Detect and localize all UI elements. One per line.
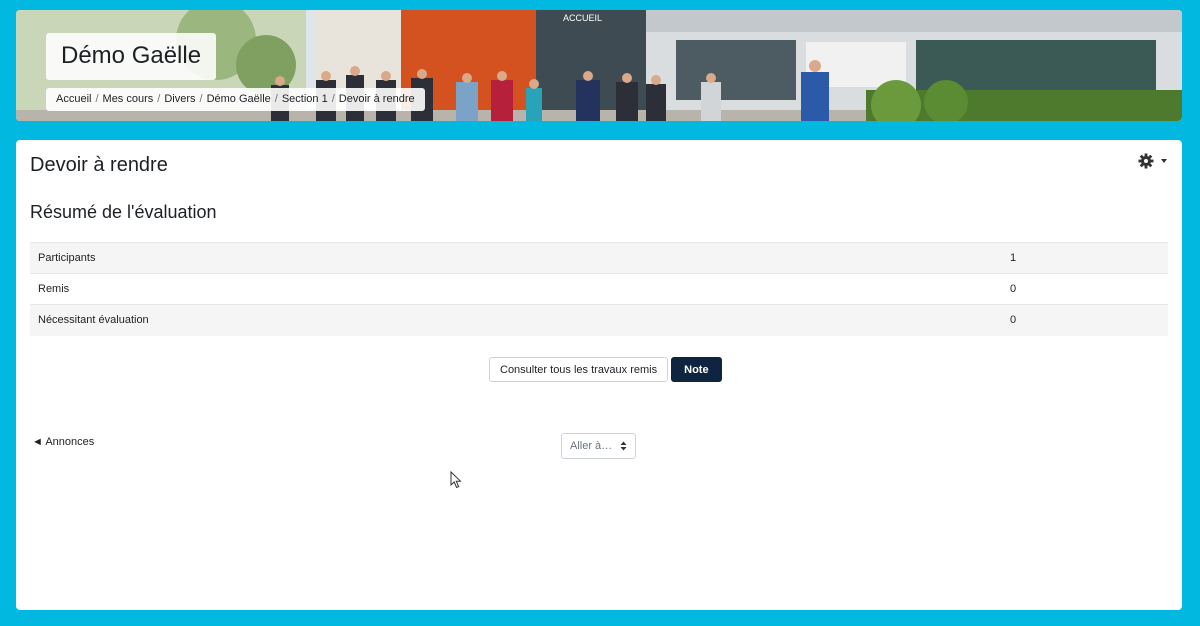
row-label: Remis <box>30 273 1002 305</box>
previous-activity-link[interactable]: ◄ Annonces <box>32 436 94 448</box>
breadcrumb-item-mes-cours[interactable]: Mes cours <box>103 93 154 105</box>
row-value: 1 <box>1002 242 1168 274</box>
page-title: Devoir à rendre <box>30 154 168 176</box>
settings-menu-button[interactable] <box>1138 150 1174 172</box>
breadcrumb-item-current[interactable]: Devoir à rendre <box>339 93 415 105</box>
mouse-pointer-icon <box>450 471 462 489</box>
left-arrow-icon: ◄ <box>32 436 43 448</box>
action-buttons: Consulter tous les travaux remis Note <box>489 357 722 382</box>
breadcrumb-item-course[interactable]: Démo Gaëlle <box>207 93 271 105</box>
jump-to-placeholder: Aller à… <box>570 440 613 452</box>
table-row: Nécessitant évaluation 0 <box>30 304 1168 336</box>
table-row: Participants 1 <box>30 242 1168 274</box>
breadcrumb-item-divers[interactable]: Divers <box>164 93 195 105</box>
breadcrumb: Accueil / Mes cours / Divers / Démo Gaëlle / Sec… <box>46 88 425 111</box>
row-label: Participants <box>30 242 1002 274</box>
grade-button[interactable]: Note <box>671 357 722 382</box>
grading-summary-heading: Résumé de l'évaluation <box>30 202 217 222</box>
header-banner: ACCUEIL Démo Gaëlle Accueil / Mes cours … <box>16 10 1182 121</box>
row-value: 0 <box>1002 304 1168 336</box>
breadcrumb-item-section[interactable]: Section 1 <box>282 93 328 105</box>
previous-activity-label: Annonces <box>45 436 95 448</box>
jump-to-select[interactable]: Aller à… <box>561 433 636 459</box>
site-title-box: Démo Gaëlle <box>46 33 217 80</box>
row-value: 0 <box>1002 273 1168 305</box>
sort-arrows-icon <box>620 441 627 451</box>
caret-down-icon <box>1161 159 1167 163</box>
row-label: Nécessitant évaluation <box>30 304 1002 336</box>
table-row: Remis 0 <box>30 273 1168 305</box>
banner-sign: ACCUEIL <box>563 13 602 23</box>
gear-icon <box>1138 153 1154 169</box>
grading-summary-table: Participants 1 Remis 0 Nécessitant évalu… <box>30 242 1168 336</box>
main-content-card: Devoir à rendre Résumé de l'évaluation P… <box>16 140 1182 610</box>
view-all-submissions-button[interactable]: Consulter tous les travaux remis <box>489 357 669 382</box>
site-title: Démo Gaëlle <box>61 42 202 69</box>
breadcrumb-item-accueil[interactable]: Accueil <box>56 93 91 105</box>
